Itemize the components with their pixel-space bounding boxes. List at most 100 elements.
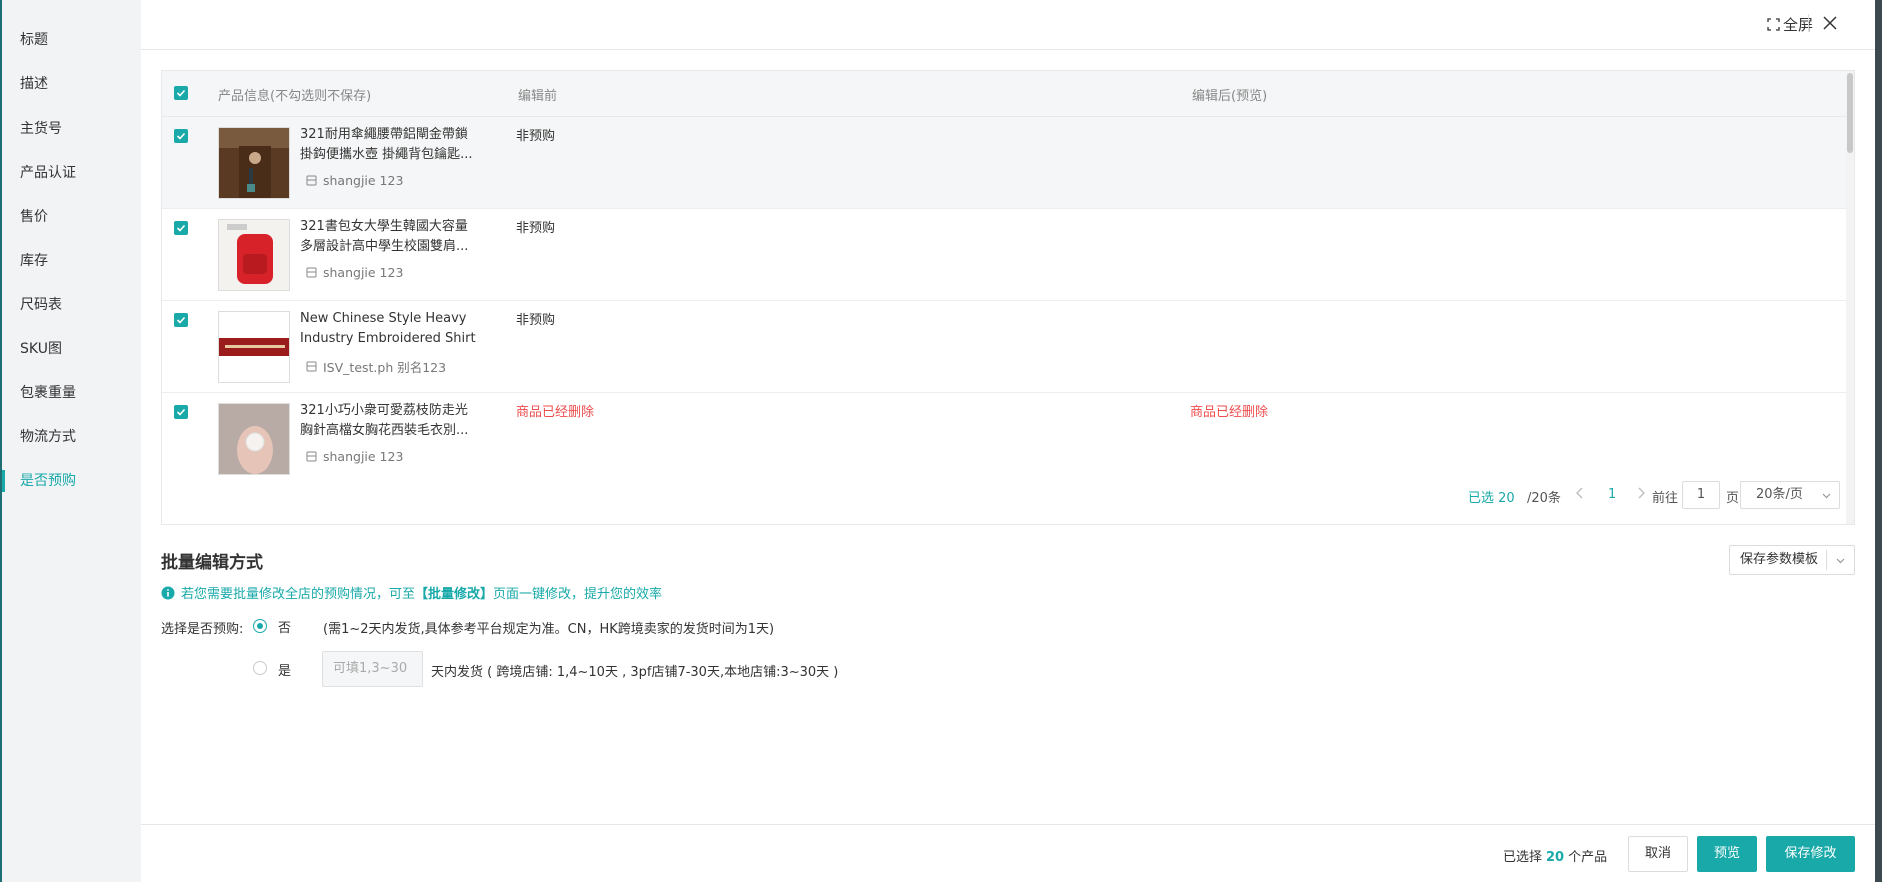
chevron-right-icon (1638, 487, 1645, 499)
table-scrollbar[interactable] (1846, 71, 1854, 524)
chevron-down-icon (1822, 493, 1831, 499)
product-store: shangjie 123 (306, 449, 403, 464)
sidebar-item-price[interactable]: 售价 (2, 204, 141, 230)
tip-text: 若您需要批量修改全店的预购情况，可至【批量修改】页面一键修改，提升您的效率 (181, 587, 663, 602)
store-icon (306, 451, 317, 462)
selected-products-count: 20 (1546, 850, 1565, 865)
value-before: 非预购 (516, 129, 556, 144)
save-template-label: 保存参数模板 (1740, 552, 1819, 567)
product-title[interactable]: New Chinese Style Heavy Industry Embroid… (300, 309, 480, 349)
store-name: ISV_test.ph 别名123 (323, 360, 447, 375)
sidebar-item-description[interactable]: 描述 (2, 71, 141, 97)
red-banner-photo (219, 312, 289, 382)
page-size-select[interactable]: 20条/页 (1740, 481, 1840, 509)
product-thumbnail[interactable] (218, 219, 290, 291)
sidebar-item-sku-image[interactable]: SKU图 (2, 336, 141, 362)
cancel-button[interactable]: 取消 (1628, 836, 1688, 872)
chevron-down-icon[interactable] (1836, 558, 1845, 564)
preview-button[interactable]: 预览 (1697, 836, 1757, 872)
sidebar-item-package-weight[interactable]: 包裹重量 (2, 380, 141, 406)
selected-products-info: 已选择 20 个产品 (1503, 850, 1608, 865)
product-store: ISV_test.ph 别名123 (306, 357, 446, 376)
select-all-checkbox[interactable] (174, 86, 188, 100)
column-after: 编辑后(预览) (1192, 89, 1268, 104)
sidebar-item-logistics[interactable]: 物流方式 (2, 424, 141, 450)
check-icon (176, 316, 186, 324)
batch-tip: 若您需要批量修改全店的预购情况，可至【批量修改】页面一键修改，提升您的效率 (161, 583, 662, 602)
check-icon (176, 132, 186, 140)
preorder-no-radio[interactable] (253, 619, 267, 633)
sidebar-item-size-chart[interactable]: 尺码表 (2, 292, 141, 318)
product-title[interactable]: 321小巧小衆可愛荔枝防走光胸針高檔女胸花西裝毛衣別... (300, 401, 480, 441)
footer-bar: 已选择 20 个产品 取消 预览 保存修改 (141, 824, 1875, 882)
window-edge-right (1875, 0, 1882, 882)
store-name: shangjie 123 (323, 449, 404, 464)
page-unit: 页 (1726, 491, 1740, 506)
sidebar-item-main-sku[interactable]: 主货号 (2, 116, 141, 142)
table-row: 321書包女大學生韓國大容量多層設計高中學生校園雙肩... shangjie 1… (162, 209, 1846, 301)
check-icon (176, 408, 186, 416)
product-table: 产品信息(不勾选则不保存) 编辑前 编辑后(预览) 321耐用傘繩腰帶鋁閘金帶鎖… (161, 70, 1855, 525)
goto-page-input[interactable]: 1 (1682, 481, 1720, 509)
row-checkbox[interactable] (174, 221, 188, 235)
sidebar-item-stock[interactable]: 库存 (2, 248, 141, 274)
batch-modify-link[interactable]: 【批量修改】 (415, 587, 493, 602)
value-after: 商品已经删除 (1190, 405, 1269, 420)
product-thumbnail[interactable] (218, 127, 290, 199)
column-product: 产品信息(不勾选则不保存) (218, 89, 372, 104)
main-panel: 全屏 产品信息(不勾选则不保存) 编辑前 编辑后(预览) 321耐用傘繩腰帶鋁閘… (141, 0, 1875, 882)
product-thumbnail[interactable] (218, 403, 290, 475)
next-page-button[interactable] (1637, 487, 1645, 503)
row-checkbox[interactable] (174, 313, 188, 327)
store-icon (306, 175, 317, 186)
scrollbar-thumb[interactable] (1847, 73, 1853, 153)
row-checkbox[interactable] (174, 129, 188, 143)
fullscreen-icon (1767, 18, 1780, 31)
value-before: 非预购 (516, 221, 556, 236)
product-title[interactable]: 321耐用傘繩腰帶鋁閘金帶鎖掛鈎便攜水壺 掛繩背包鑰匙... (300, 125, 480, 165)
column-before: 编辑前 (518, 89, 558, 104)
product-thumbnail[interactable] (218, 311, 290, 383)
value-before: 商品已经删除 (516, 405, 595, 420)
chevron-left-icon (1576, 487, 1583, 499)
page-number[interactable]: 1 (1608, 487, 1616, 502)
sidebar: 标题 描述 主货号 产品认证 售价 库存 尺码表 SKU图 包裹重量 物流方式 … (2, 0, 141, 882)
row-checkbox[interactable] (174, 405, 188, 419)
goto-label: 前往 (1652, 491, 1679, 506)
fullscreen-button[interactable]: 全屏 (1767, 14, 1813, 35)
save-template-button[interactable]: 保存参数模板 (1729, 545, 1855, 575)
preorder-yes-label[interactable]: 是 (278, 660, 291, 679)
product-title[interactable]: 321書包女大學生韓國大容量多層設計高中學生校園雙肩... (300, 217, 480, 257)
red-backpack-photo (219, 220, 289, 290)
info-icon (161, 586, 175, 599)
product-store: shangjie 123 (306, 265, 403, 280)
save-changes-button[interactable]: 保存修改 (1766, 836, 1855, 872)
sidebar-item-preorder[interactable]: 是否预购 (2, 468, 141, 494)
close-button[interactable] (1817, 10, 1843, 36)
store-icon (306, 267, 317, 278)
preorder-no-label[interactable]: 否 (278, 617, 291, 636)
preorder-days-input[interactable]: 可填1,3~30 (322, 651, 423, 687)
sidebar-item-title[interactable]: 标题 (2, 27, 141, 53)
prev-page-button[interactable] (1576, 487, 1584, 503)
pagination: 已选 20 /20条 1 前往 1 页 20条/页 (162, 481, 1852, 511)
batch-edit-title: 批量编辑方式 (161, 553, 263, 573)
table-row: 321小巧小衆可愛荔枝防走光胸針高檔女胸花西裝毛衣別... shangjie 1… (162, 393, 1846, 485)
selected-count-label: 已选 20 (1468, 491, 1515, 506)
hand-pin-photo (219, 404, 289, 474)
top-bar: 全屏 (141, 0, 1875, 50)
table-row: 321耐用傘繩腰帶鋁閘金帶鎖掛鈎便攜水壺 掛繩背包鑰匙... shangjie … (162, 117, 1846, 209)
value-before: 非预购 (516, 313, 556, 328)
close-icon (1823, 16, 1837, 30)
preorder-no-description: (需1~2天内发货,具体参考平台规定为准。CN，HK跨境卖家的发货时间为1天) (323, 622, 775, 637)
total-count: /20条 (1527, 491, 1561, 506)
store-name: shangjie 123 (323, 173, 404, 188)
sidebar-item-certification[interactable]: 产品认证 (2, 160, 141, 186)
preorder-yes-radio[interactable] (253, 661, 267, 675)
table-row: New Chinese Style Heavy Industry Embroid… (162, 301, 1846, 393)
table-header: 产品信息(不勾选则不保存) 编辑前 编辑后(预览) (162, 71, 1854, 117)
page-size-value: 20条/页 (1756, 487, 1803, 502)
check-icon (176, 224, 186, 232)
store-icon (306, 361, 317, 372)
preorder-yes-description: 天内发货 ( 跨境店铺: 1,4~10天 , 3pf店铺7-30天,本地店铺:3… (431, 665, 839, 680)
